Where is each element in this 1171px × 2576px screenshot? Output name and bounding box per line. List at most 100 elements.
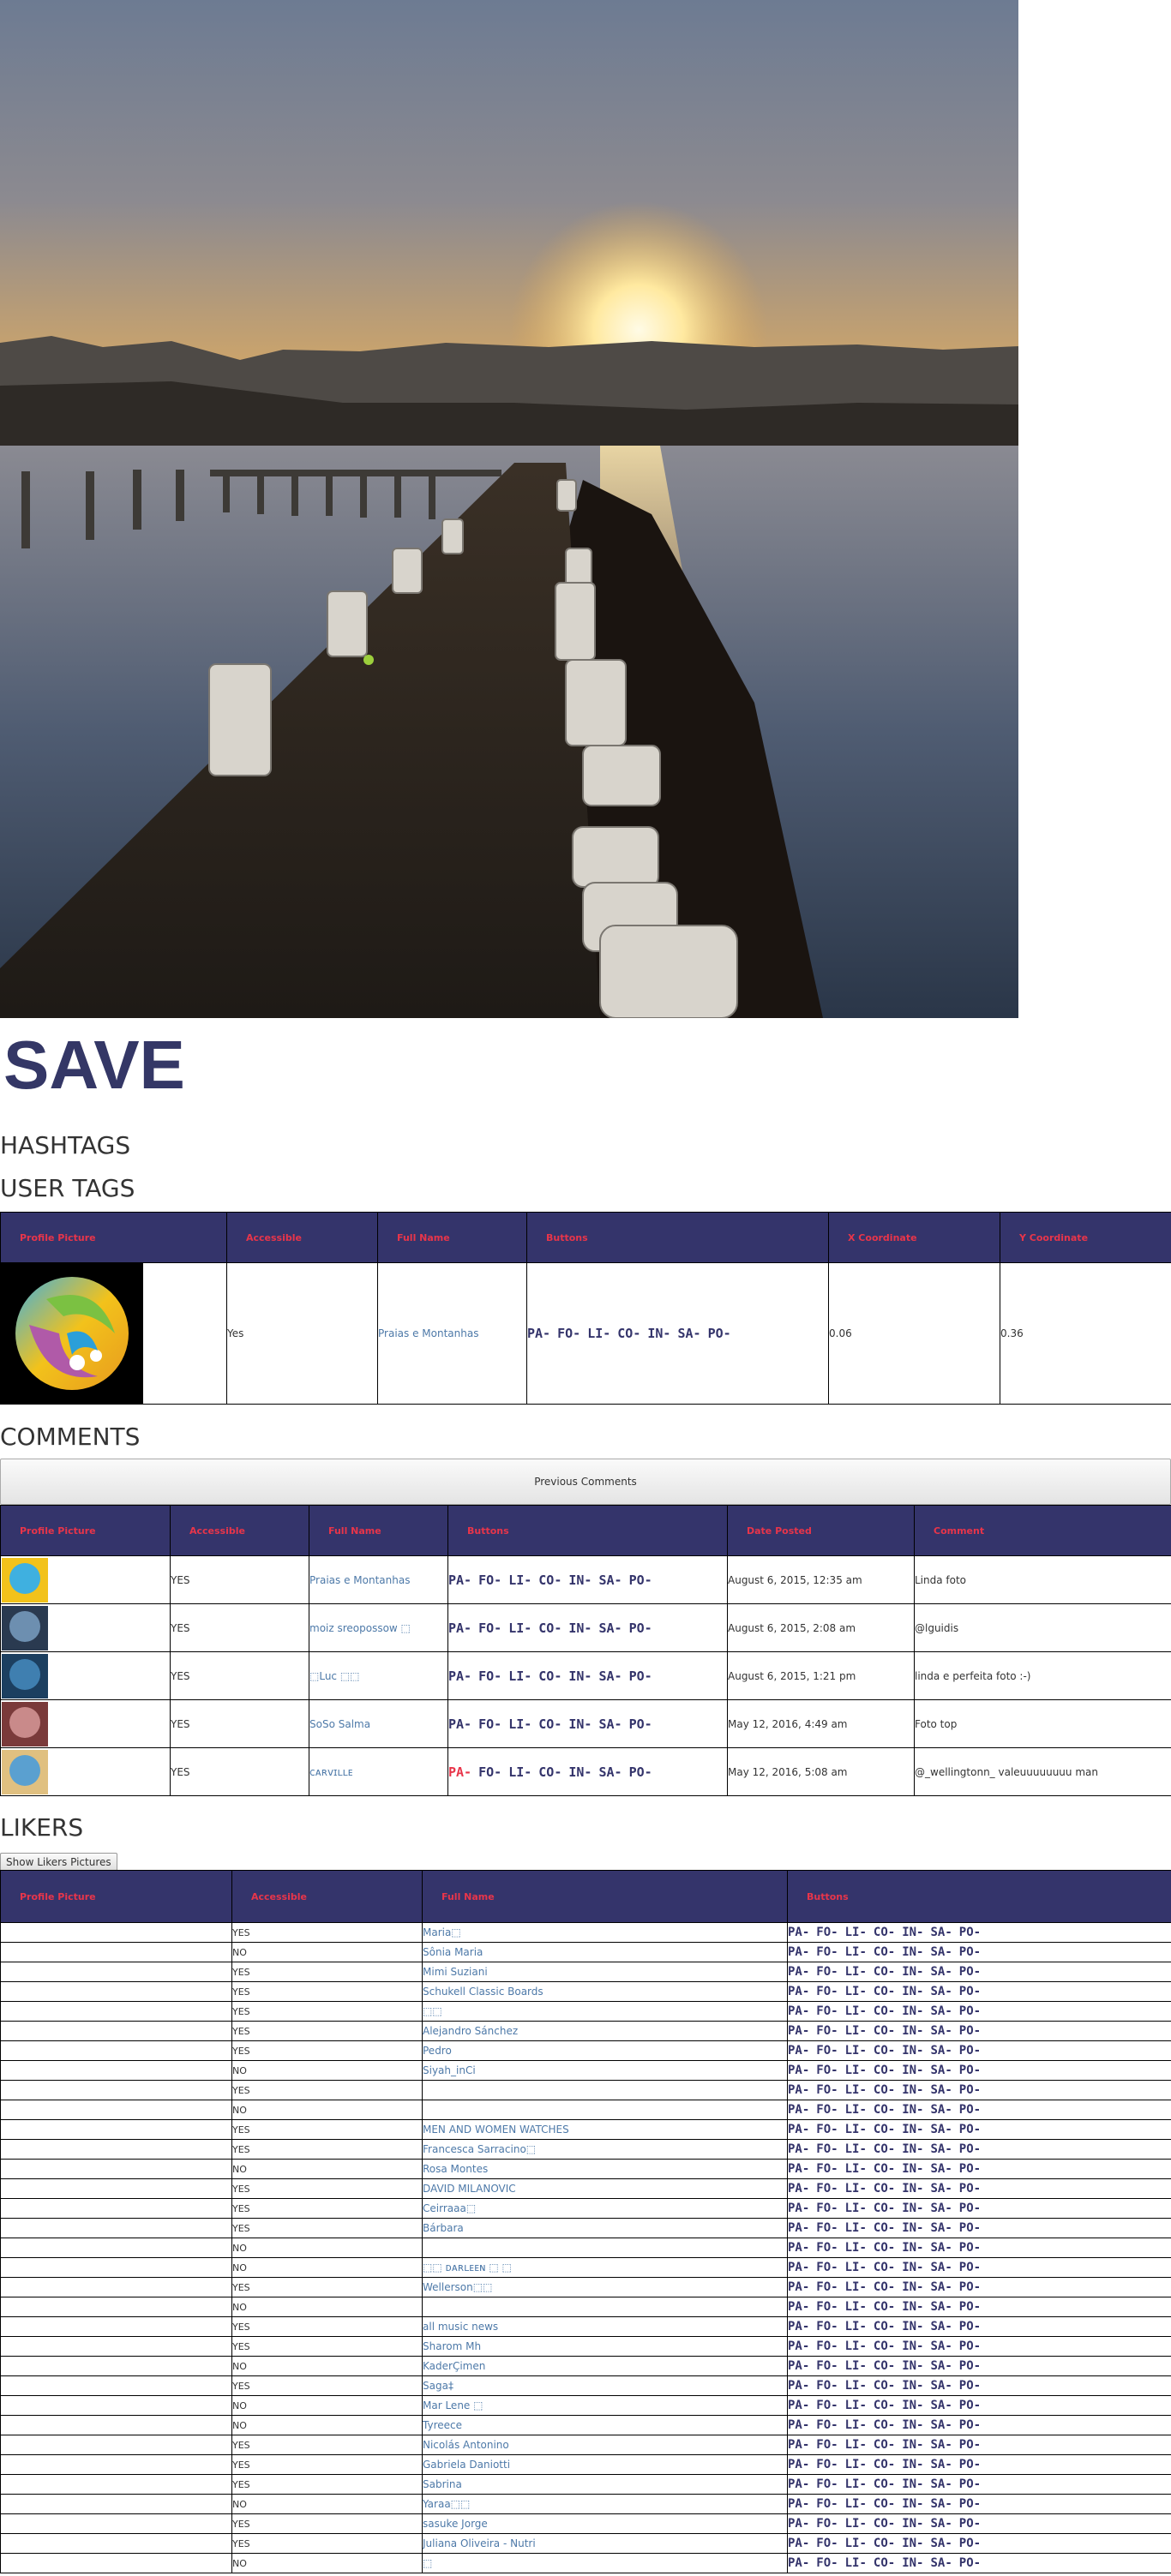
profile-link[interactable]: Ceirraaa⬚ (423, 2202, 477, 2214)
po-button[interactable]: PO- (959, 2182, 981, 2196)
profile-link[interactable]: SoSo Salma (310, 1718, 371, 1730)
fo-button[interactable]: FO- (816, 1945, 838, 1959)
po-button[interactable]: PO- (959, 2202, 981, 2215)
po-button[interactable]: PO- (959, 2497, 981, 2511)
co-button[interactable]: CO- (874, 1926, 895, 1939)
profile-link[interactable]: Sônia Maria (423, 1946, 483, 1958)
sa-button[interactable]: SA- (930, 1926, 952, 1939)
fo-button[interactable]: FO- (816, 2004, 838, 2018)
profile-link[interactable]: Tyreece (423, 2419, 462, 2431)
in-button[interactable]: IN- (902, 2438, 923, 2452)
li-button[interactable]: LI- (845, 1945, 867, 1959)
li-button[interactable]: LI- (845, 2044, 867, 2058)
sa-button[interactable]: SA- (598, 1573, 622, 1588)
sa-button[interactable]: SA- (930, 2241, 952, 2255)
fo-button[interactable]: FO- (557, 1326, 580, 1341)
in-button[interactable]: IN- (902, 2339, 923, 2353)
fo-button[interactable]: FO- (816, 2517, 838, 2531)
sa-button[interactable]: SA- (930, 2399, 952, 2412)
po-button[interactable]: PO- (959, 2339, 981, 2353)
fo-button[interactable]: FO- (816, 2064, 838, 2077)
pa-button[interactable]: PA- (789, 2142, 810, 2156)
pa-button[interactable]: PA- (789, 2004, 810, 2018)
in-button[interactable]: IN- (647, 1326, 670, 1341)
sa-button[interactable]: SA- (930, 2123, 952, 2136)
li-button[interactable]: LI- (508, 1764, 531, 1780)
fo-button[interactable]: FO- (478, 1668, 501, 1684)
co-button[interactable]: CO- (874, 2418, 895, 2432)
li-button[interactable]: LI- (845, 2300, 867, 2314)
sa-button[interactable]: SA- (930, 2320, 952, 2333)
avatar[interactable] (2, 1749, 48, 1794)
sa-button[interactable]: SA- (930, 1965, 952, 1979)
profile-link[interactable]: ⬚⬚ ᴅᴀʀʟᴇᴇɴ ⬚ ⬚ (423, 2261, 512, 2273)
sa-button[interactable]: SA- (930, 2044, 952, 2058)
previous-comments-button[interactable]: Previous Comments (0, 1459, 1171, 1505)
fo-button[interactable]: FO- (816, 2024, 838, 2038)
po-button[interactable]: PO- (959, 2399, 981, 2412)
profile-link[interactable]: Mar Lene ⬚ (423, 2399, 483, 2411)
pa-button[interactable]: PA- (789, 2202, 810, 2215)
co-button[interactable]: CO- (874, 2241, 895, 2255)
li-button[interactable]: LI- (845, 2399, 867, 2412)
co-button[interactable]: CO- (874, 2280, 895, 2294)
li-button[interactable]: LI- (845, 1926, 867, 1939)
pa-button[interactable]: PA- (789, 2556, 810, 2570)
co-button[interactable]: CO- (874, 2064, 895, 2077)
sa-button[interactable]: SA- (930, 2418, 952, 2432)
pa-button[interactable]: PA- (789, 2044, 810, 2058)
fo-button[interactable]: FO- (478, 1573, 501, 1588)
profile-link[interactable]: sasuke Jorge (423, 2518, 488, 2530)
sa-button[interactable]: SA- (930, 2280, 952, 2294)
co-button[interactable]: CO- (874, 1985, 895, 1998)
avatar[interactable] (2, 1605, 48, 1650)
profile-link[interactable]: Gabriela Daniotti (423, 2459, 511, 2471)
in-button[interactable]: IN- (902, 2261, 923, 2274)
po-button[interactable]: PO- (959, 2556, 981, 2570)
in-button[interactable]: IN- (902, 2320, 923, 2333)
fo-button[interactable]: FO- (816, 2261, 838, 2274)
pa-button[interactable]: PA- (789, 1985, 810, 1998)
pa-button[interactable]: PA- (449, 1716, 472, 1732)
li-button[interactable]: LI- (845, 2162, 867, 2176)
pa-button[interactable]: PA- (789, 2083, 810, 2097)
sa-button[interactable]: SA- (598, 1716, 622, 1732)
co-button[interactable]: CO- (874, 2182, 895, 2196)
profile-link[interactable]: Mimi Suziani (423, 1966, 488, 1978)
fo-button[interactable]: FO- (816, 2320, 838, 2333)
co-button[interactable]: CO- (874, 2103, 895, 2117)
co-button[interactable]: CO- (874, 2537, 895, 2550)
sa-button[interactable]: SA- (930, 2221, 952, 2235)
fo-button[interactable]: FO- (816, 2339, 838, 2353)
pa-button[interactable]: PA- (789, 2064, 810, 2077)
li-button[interactable]: LI- (508, 1573, 531, 1588)
pa-button[interactable]: PA- (789, 2497, 810, 2511)
co-button[interactable]: CO- (874, 2123, 895, 2136)
pa-button[interactable]: PA- (789, 2123, 810, 2136)
li-button[interactable]: LI- (845, 2103, 867, 2117)
fo-button[interactable]: FO- (816, 1965, 838, 1979)
in-button[interactable]: IN- (902, 2379, 923, 2393)
sa-button[interactable]: SA- (930, 2556, 952, 2570)
co-button[interactable]: CO- (874, 2083, 895, 2097)
po-button[interactable]: PO- (959, 2064, 981, 2077)
co-button[interactable]: CO- (874, 2339, 895, 2353)
in-button[interactable]: IN- (902, 2517, 923, 2531)
co-button[interactable]: CO- (874, 2359, 895, 2373)
in-button[interactable]: IN- (902, 2537, 923, 2550)
profile-link[interactable]: Rosa Montes (423, 2163, 489, 2175)
po-button[interactable]: PO- (629, 1764, 652, 1780)
po-button[interactable]: PO- (629, 1620, 652, 1636)
fo-button[interactable]: FO- (478, 1764, 501, 1780)
li-button[interactable]: LI- (845, 2497, 867, 2511)
co-button[interactable]: CO- (874, 2261, 895, 2274)
fo-button[interactable]: FO- (816, 2142, 838, 2156)
fo-button[interactable]: FO- (816, 2438, 838, 2452)
po-button[interactable]: PO- (959, 2162, 981, 2176)
pa-button[interactable]: PA- (789, 2300, 810, 2314)
sa-button[interactable]: SA- (930, 2202, 952, 2215)
li-button[interactable]: LI- (508, 1716, 531, 1732)
in-button[interactable]: IN- (568, 1716, 592, 1732)
profile-link[interactable]: all music news (423, 2321, 499, 2333)
in-button[interactable]: IN- (568, 1573, 592, 1588)
